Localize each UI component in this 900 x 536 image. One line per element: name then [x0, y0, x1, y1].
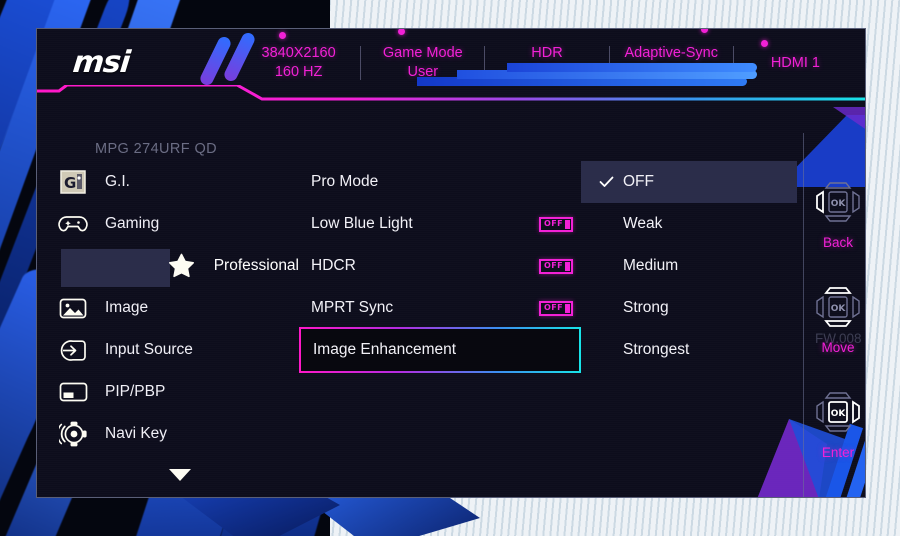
option-item-weak[interactable]: Weak — [581, 203, 797, 245]
status-dot — [700, 29, 708, 33]
setting-label: MPRT Sync — [311, 299, 394, 316]
toggle-state-label: OFF — [544, 219, 563, 228]
nav-key-label: Move — [821, 340, 855, 355]
sidebar-item-pip-pbp[interactable]: PIP/PBP — [37, 371, 299, 413]
option-item-medium[interactable]: Medium — [581, 245, 797, 287]
status-item-resolution: 3840X2160 160 HZ — [237, 32, 360, 82]
setting-label: Pro Mode — [311, 173, 379, 190]
toggle-switch-hdcr[interactable]: OFF — [539, 258, 573, 274]
option-label: Medium — [623, 257, 679, 274]
navigation-keys: OK Back OK Move OK Enter — [809, 167, 865, 497]
sidebar-selection-highlight — [61, 249, 170, 287]
sidebar-item-label: Input Source — [105, 341, 193, 358]
toggle-knob — [564, 303, 570, 313]
status-line-1: 3840X2160 — [261, 45, 336, 61]
status-dot — [398, 29, 406, 35]
sidebar-item-gi[interactable]: G G.I. — [37, 161, 299, 203]
star-icon — [164, 252, 200, 280]
setting-row-image-enhancement[interactable]: Image Enhancement — [301, 329, 579, 371]
toggle-state-label: OFF — [544, 303, 563, 312]
checkmark-icon — [599, 175, 614, 190]
status-line-1: HDR — [531, 45, 563, 61]
input-arrow-icon — [55, 336, 91, 364]
gamepad-icon — [55, 210, 91, 238]
sidebar-item-navi-key[interactable]: Navi Key — [37, 413, 299, 455]
sidebar-item-image[interactable]: Image — [37, 287, 299, 329]
sidebar-item-label: Gaming — [105, 215, 160, 232]
navpad-updown-icon: OK — [809, 287, 865, 336]
model-name: MPG 274URF QD — [95, 141, 218, 157]
msi-logo: msi — [71, 45, 132, 80]
setting-label: Image Enhancement — [313, 341, 457, 358]
option-label: Strongest — [623, 341, 690, 358]
osd-header: msi 3840X2160 160 HZ Game Mode User HDR … — [37, 29, 865, 91]
settings-list: Pro Mode Low Blue Light OFF HDCR OFF MPR… — [299, 161, 581, 497]
toggle-knob — [564, 261, 570, 271]
header-bar-3 — [507, 63, 757, 72]
picture-icon — [55, 294, 91, 322]
status-dot — [760, 39, 768, 47]
chevron-down-icon[interactable] — [169, 469, 191, 481]
setting-row-mprt-sync[interactable]: MPRT Sync OFF — [299, 287, 581, 329]
sidebar-item-input-source[interactable]: Input Source — [37, 329, 299, 371]
sidebar-item-label: Image — [105, 299, 149, 316]
navpad-ok-right-icon: OK — [809, 392, 865, 441]
status-line-1: Game Mode — [382, 45, 463, 61]
sidebar-item-label: PIP/PBP — [105, 383, 166, 400]
svg-text:G: G — [64, 174, 76, 192]
sidebar: G G.I. Gaming Professional Image Input S… — [37, 161, 299, 497]
column-divider — [803, 133, 804, 497]
status-line-2: 160 HZ — [274, 64, 323, 80]
sidebar-item-label: G.I. — [105, 173, 130, 190]
nav-key-back[interactable]: OK Back — [809, 177, 865, 250]
sidebar-item-professional[interactable]: Professional — [37, 245, 299, 287]
navi-key-icon — [55, 420, 91, 448]
option-item-off[interactable]: OFF — [581, 161, 797, 203]
svg-text:OK: OK — [831, 199, 847, 209]
setting-row-pro-mode[interactable]: Pro Mode — [299, 161, 581, 203]
osd-panel: msi 3840X2160 160 HZ Game Mode User HDR … — [36, 28, 866, 498]
setting-label: Low Blue Light — [311, 215, 413, 232]
svg-text:OK: OK — [831, 304, 847, 314]
status-dot — [278, 32, 286, 39]
nav-key-label: Enter — [821, 445, 855, 460]
gi-icon: G — [55, 168, 91, 196]
toggle-state-label: OFF — [544, 261, 563, 270]
option-label: OFF — [623, 173, 654, 190]
toggle-switch-mprt-sync[interactable]: OFF — [539, 300, 573, 316]
svg-text:OK: OK — [831, 409, 847, 419]
option-label: Weak — [623, 215, 663, 232]
setting-label: HDCR — [311, 257, 356, 274]
sidebar-item-label: Professional — [213, 257, 299, 274]
nav-key-enter[interactable]: OK Enter — [809, 387, 865, 460]
toggle-switch-low-blue-light[interactable]: OFF — [539, 216, 573, 232]
setting-row-low-blue-light[interactable]: Low Blue Light OFF — [299, 203, 581, 245]
option-label: Strong — [623, 299, 669, 316]
sidebar-item-label: Navi Key — [105, 425, 168, 442]
status-line-1: Adaptive-Sync — [624, 45, 718, 61]
option-item-strong[interactable]: Strong — [581, 287, 797, 329]
nav-key-move[interactable]: OK Move — [809, 282, 865, 355]
sidebar-item-gaming[interactable]: Gaming — [37, 203, 299, 245]
navpad-left-icon: OK — [809, 182, 865, 231]
desktop-wallpaper: msi 3840X2160 160 HZ Game Mode User HDR … — [0, 0, 900, 536]
nav-key-label: Back — [822, 235, 853, 250]
osd-body: G G.I. Gaming Professional Image Input S… — [37, 133, 865, 497]
pip-icon — [55, 378, 91, 406]
option-item-strongest[interactable]: Strongest — [581, 329, 797, 371]
options-list: OFF Weak Medium Strong Strongest — [581, 161, 797, 497]
toggle-knob — [564, 219, 570, 229]
header-divider — [37, 83, 865, 111]
setting-row-hdcr[interactable]: HDCR OFF — [299, 245, 581, 287]
status-line-1: HDMI 1 — [770, 54, 820, 71]
